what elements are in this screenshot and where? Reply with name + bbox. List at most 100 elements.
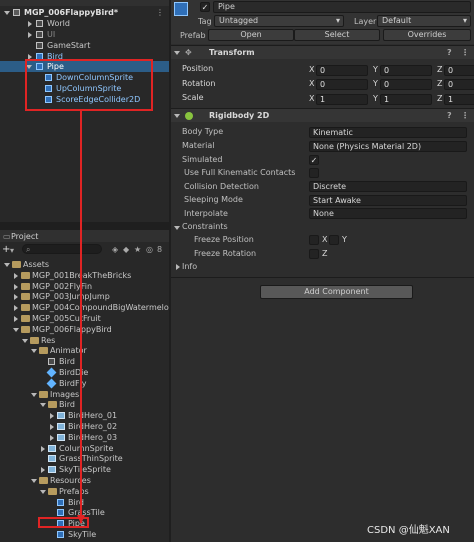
menu-dots-icon[interactable]: ⋮ [461, 109, 469, 123]
project-item[interactable]: SkyTile [0, 529, 169, 540]
expand-arrow-icon[interactable] [14, 305, 18, 312]
expand-arrow-icon[interactable] [14, 294, 18, 301]
highlight-box-hierarchy [25, 59, 153, 111]
expand-arrow-icon[interactable] [14, 283, 18, 290]
project-item[interactable]: BirdHero_03 [0, 432, 169, 443]
freeze-position-y-checkbox[interactable] [329, 235, 339, 245]
scale-z-field[interactable]: 1 [444, 94, 474, 105]
position-x-field[interactable]: 0 [316, 65, 368, 76]
material-field[interactable]: None (Physics Material 2D) [309, 141, 467, 152]
constraints-label[interactable]: Constraints [182, 221, 228, 233]
search-input[interactable]: ⌕ [22, 244, 102, 254]
expand-arrow-icon[interactable] [41, 467, 45, 474]
project-item[interactable]: MGP_006FlappyBird [0, 324, 169, 335]
expand-arrow-icon[interactable] [4, 263, 10, 267]
freeze-position-x-checkbox[interactable] [309, 235, 319, 245]
rotation-x-field[interactable]: 0 [316, 79, 368, 90]
project-item[interactable]: BirdDie [0, 367, 169, 378]
project-item[interactable]: Assets [0, 259, 169, 270]
open-prefab-button[interactable]: Open [208, 29, 294, 41]
project-item[interactable]: MGP_005CutFruit [0, 313, 169, 324]
project-item[interactable]: Resources [0, 475, 169, 486]
chevron-down-icon[interactable]: ▾ [10, 245, 14, 256]
project-tab[interactable]: Project [11, 231, 38, 242]
expand-arrow-icon[interactable] [40, 489, 46, 494]
visibility-icon[interactable]: ◎ [146, 244, 153, 255]
expand-arrow-icon[interactable] [176, 264, 180, 270]
select-prefab-button[interactable]: Select [294, 29, 380, 41]
project-item[interactable]: Images [0, 389, 169, 400]
project-item[interactable]: Res [0, 335, 169, 346]
expand-arrow-icon[interactable] [14, 272, 18, 279]
hidden-count-badge: 8 [157, 245, 163, 254]
collision-detection-dropdown[interactable]: Discrete [309, 181, 467, 192]
hierarchy-item-ui[interactable]: UI [0, 29, 169, 40]
expand-arrow-icon[interactable] [4, 11, 10, 15]
body-type-dropdown[interactable]: Kinematic [309, 127, 467, 138]
project-item[interactable]: BirdHero_01 [0, 410, 169, 421]
expand-arrow-icon[interactable] [31, 349, 37, 354]
project-item-label: SkyTile [68, 530, 97, 539]
project-item[interactable]: Bird [0, 497, 169, 508]
project-item[interactable]: Bird [0, 399, 169, 410]
expand-arrow-icon[interactable] [50, 434, 54, 441]
object-name-input[interactable]: Pipe [213, 1, 471, 13]
scale-x-field[interactable]: 1 [316, 94, 368, 105]
overrides-dropdown[interactable]: Overrides [383, 29, 471, 41]
expand-arrow-icon[interactable] [50, 413, 54, 420]
expand-arrow-icon[interactable] [28, 21, 32, 27]
expand-arrow-icon[interactable] [40, 403, 46, 408]
scene-row[interactable]: MGP_006FlappyBird* ⋮ [0, 7, 169, 18]
expand-arrow-icon[interactable] [31, 392, 37, 397]
project-item[interactable]: MGP_003JumpJump [0, 291, 169, 302]
rotation-z-field[interactable]: 0 [444, 79, 474, 90]
project-item[interactable]: Animator [0, 345, 169, 356]
expand-arrow-icon[interactable] [174, 51, 180, 55]
project-item[interactable]: SkyTileSprite [0, 464, 169, 475]
favorites-icon[interactable]: ★ [134, 244, 141, 255]
scale-y-field[interactable]: 1 [380, 94, 432, 105]
project-item[interactable]: BirdFly [0, 378, 169, 389]
project-item[interactable]: MGP_002FlyFin [0, 281, 169, 292]
filter-label-icon[interactable]: ◆ [123, 244, 129, 255]
expand-arrow-icon[interactable] [50, 424, 54, 430]
hierarchy-item-gamestart[interactable]: GameStart [0, 40, 169, 51]
expand-arrow-icon[interactable] [174, 226, 180, 230]
position-y-field[interactable]: 0 [380, 65, 432, 76]
expand-arrow-icon[interactable] [14, 316, 18, 322]
project-item[interactable]: ColumnSprite [0, 443, 169, 454]
layer-dropdown[interactable]: Default ▾ [377, 15, 471, 27]
expand-arrow-icon[interactable] [41, 445, 45, 452]
help-icon[interactable]: ? [447, 109, 452, 123]
expand-arrow-icon[interactable] [28, 32, 32, 38]
hierarchy-item-world[interactable]: World [0, 18, 169, 29]
freeze-rotation-z-checkbox[interactable] [309, 249, 319, 259]
position-z-field[interactable]: 0 [444, 65, 474, 76]
add-component-button[interactable]: Add Component [260, 285, 413, 299]
rigidbody2d-header[interactable]: Rigidbody 2D ? ⋮ [171, 108, 474, 122]
filter-type-icon[interactable]: ◈ [112, 244, 118, 255]
simulated-checkbox[interactable]: ✓ [309, 155, 319, 165]
menu-dots-icon[interactable]: ⋮ [461, 46, 469, 60]
sleeping-mode-dropdown[interactable]: Start Awake [309, 195, 467, 206]
rotation-y-field[interactable]: 0 [380, 79, 432, 90]
expand-arrow-icon[interactable] [31, 479, 37, 483]
project-item[interactable]: MGP_001BreakTheBricks [0, 270, 169, 281]
help-icon[interactable]: ? [447, 46, 452, 60]
expand-arrow-icon[interactable] [22, 338, 28, 343]
expand-arrow-icon[interactable] [13, 327, 19, 332]
project-item[interactable]: GrassThinSprite [0, 453, 169, 464]
project-item[interactable]: BirdHero_02 [0, 421, 169, 432]
project-item[interactable]: Prefabs [0, 486, 169, 497]
menu-dots-icon[interactable]: ⋮ [156, 7, 164, 18]
interpolate-dropdown[interactable]: None [309, 208, 467, 219]
active-checkbox[interactable]: ✓ [200, 2, 210, 12]
info-label[interactable]: Info [182, 261, 197, 273]
freeze-rotation-label: Freeze Rotation [194, 249, 257, 258]
full-kinematic-checkbox[interactable] [309, 168, 319, 178]
expand-arrow-icon[interactable] [174, 114, 180, 118]
transform-header[interactable]: ✥ Transform ? ⋮ [171, 45, 474, 59]
project-item[interactable]: MGP_004CompoundBigWatermelon [0, 302, 169, 313]
tag-dropdown[interactable]: Untagged ▾ [214, 15, 344, 27]
project-item[interactable]: Bird [0, 356, 169, 367]
